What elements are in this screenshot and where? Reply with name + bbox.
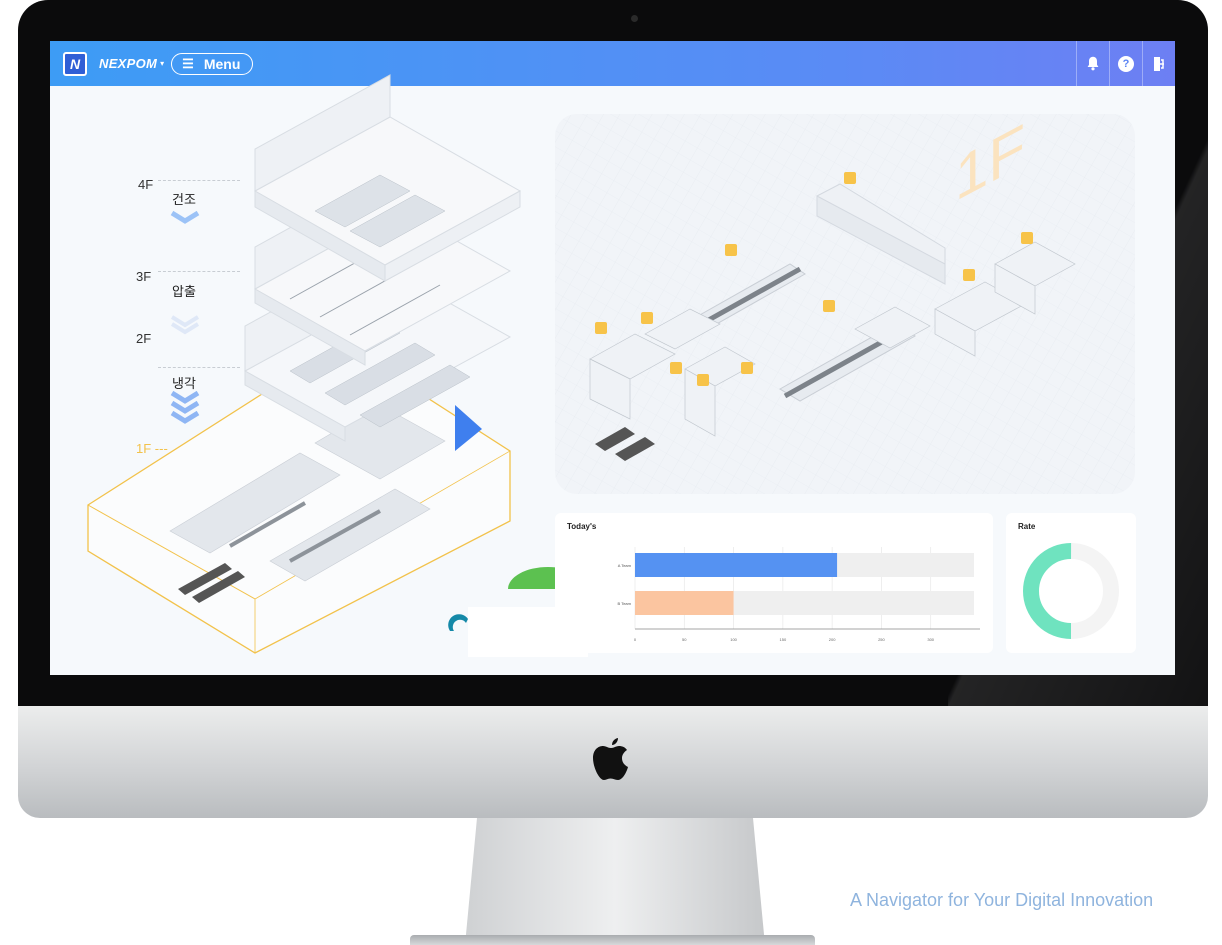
x-tick-label: 200 (829, 637, 836, 642)
app-screen: N NEXPOM ▾ ☰ Menu ? 4F 건조 3F 압출 2F 냉각 1F… (50, 41, 1175, 675)
apple-logo-icon (593, 738, 628, 780)
floor-level-1f[interactable]: 1F --- (136, 441, 168, 456)
logout-icon[interactable] (1142, 41, 1175, 86)
x-tick-label: 100 (730, 637, 737, 642)
bar[interactable] (635, 553, 838, 577)
monitor-stand (465, 818, 765, 945)
rate-panel: Rate (1006, 513, 1136, 653)
todays-bar-chart: 0 50 100 150 200 250 300 A Team B Team (618, 547, 980, 642)
x-tick-label: 0 (634, 637, 637, 642)
tagline: A Navigator for Your Digital Innovation (850, 890, 1154, 910)
floor-name-3f[interactable]: 압출 (172, 281, 196, 300)
x-tick-label: 250 (878, 637, 885, 642)
floor-map-panel: 1F (555, 114, 1135, 494)
category-label: B Team (618, 601, 632, 606)
floor-level-4f[interactable]: 4F (138, 177, 153, 192)
chevron-down-icon (170, 315, 200, 335)
x-tick-label: 50 (682, 637, 687, 642)
x-tick-label: 300 (927, 637, 934, 642)
category-label: A Team (618, 563, 632, 568)
rate-title: Rate (1018, 522, 1036, 531)
monitor-stand-base (410, 935, 815, 945)
rate-donut-chart (1023, 543, 1119, 639)
floor-divider (158, 271, 240, 272)
floor-level-3f[interactable]: 3F (136, 269, 151, 284)
building-isometric (87, 74, 570, 654)
x-tick-label: 150 (780, 637, 787, 642)
help-glyph: ? (1118, 55, 1134, 72)
todays-chart-panel: Today's 0 50 100 150 200 250 300 A Team B Team (555, 513, 993, 653)
top-actions: ? (1076, 41, 1175, 86)
floor-name-4f[interactable]: 건조 (172, 189, 196, 208)
todays-title: Today's (567, 522, 597, 531)
bell-icon[interactable] (1076, 41, 1109, 86)
chevron-down-icon (170, 210, 200, 224)
floor-level-2f[interactable]: 2F (136, 331, 151, 346)
help-icon[interactable]: ? (1109, 41, 1142, 86)
floor-divider (158, 180, 240, 181)
overlay-mask (468, 607, 588, 657)
bar[interactable] (635, 591, 734, 615)
floor-divider (158, 367, 240, 368)
floor-map-1f: 1F (555, 114, 1135, 494)
chevron-down-icon (170, 390, 200, 424)
camera (631, 15, 638, 22)
